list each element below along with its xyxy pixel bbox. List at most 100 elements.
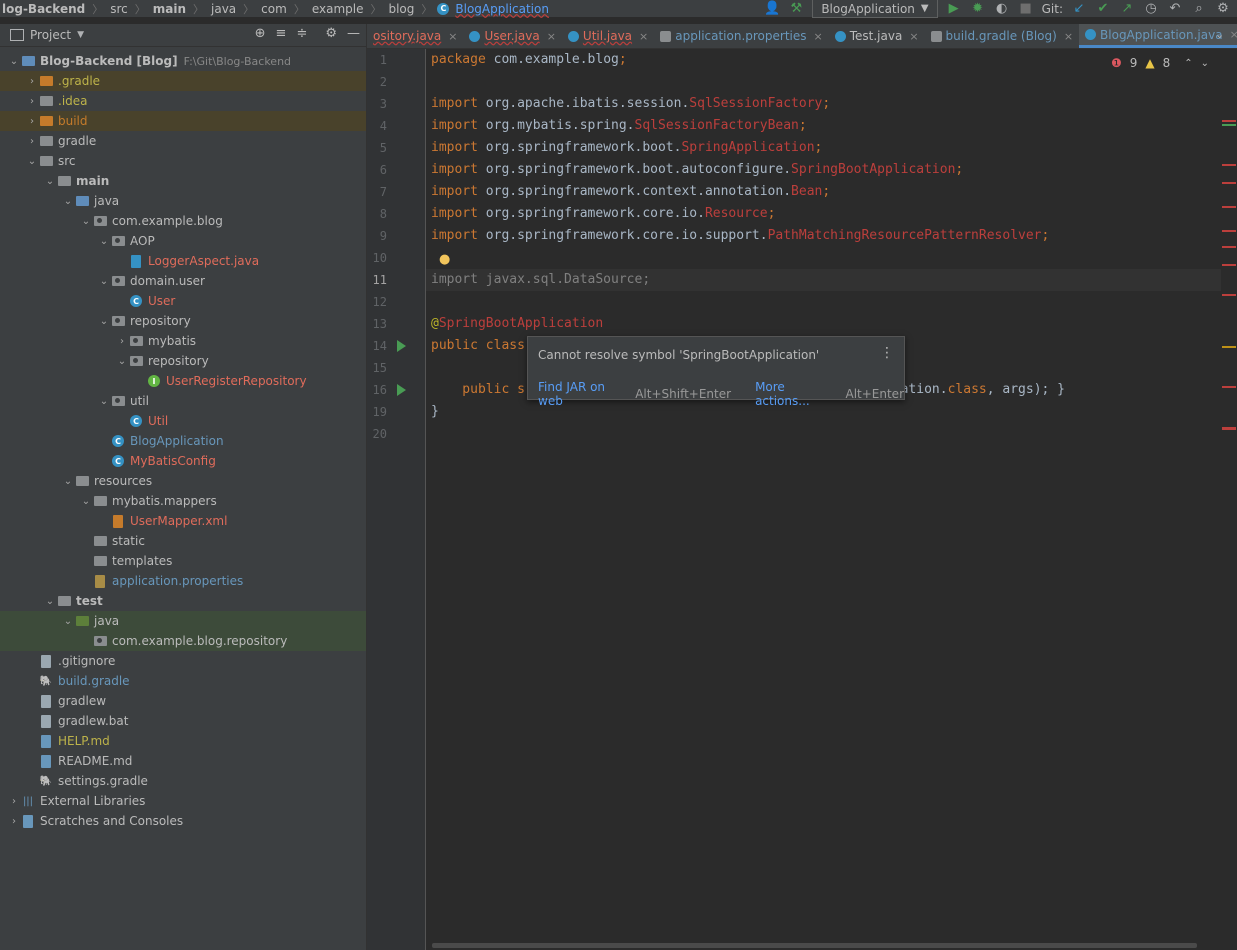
chevron-down-icon[interactable]: ⌄ bbox=[62, 196, 74, 207]
close-icon[interactable]: × bbox=[814, 30, 823, 43]
tree-item[interactable]: ⌄ src bbox=[0, 151, 366, 171]
collapse-all-icon[interactable]: ≑ bbox=[296, 26, 307, 41]
close-icon[interactable]: × bbox=[639, 30, 648, 43]
stripe-mark[interactable] bbox=[1222, 246, 1236, 248]
gear-icon[interactable]: ⚙ bbox=[1215, 1, 1231, 17]
stripe-mark[interactable] bbox=[1222, 164, 1236, 166]
chevron-up-icon[interactable]: ⌃ bbox=[1184, 58, 1192, 69]
gear-icon[interactable]: ⚙ bbox=[325, 26, 337, 41]
chevron-right-icon[interactable]: › bbox=[8, 816, 20, 827]
editor-tab[interactable]: BlogApplication.java × bbox=[1079, 24, 1237, 48]
tree-item[interactable]: › .idea bbox=[0, 91, 366, 111]
chevron-right-icon[interactable]: › bbox=[26, 96, 38, 107]
tree-item[interactable]: gradlew bbox=[0, 691, 366, 711]
tree-item[interactable]: ⌄ AOP bbox=[0, 231, 366, 251]
breadcrumb-item[interactable]: main bbox=[151, 2, 188, 16]
tree-item[interactable]: gradlew.bat bbox=[0, 711, 366, 731]
tree-item[interactable]: ⌄ repository bbox=[0, 351, 366, 371]
breadcrumb-item[interactable]: BlogApplication bbox=[453, 2, 551, 16]
close-icon[interactable]: × bbox=[1064, 30, 1073, 43]
tree-item[interactable]: C Util bbox=[0, 411, 366, 431]
horizontal-scrollbar[interactable] bbox=[432, 943, 1197, 948]
tree-item[interactable]: ⌄ domain.user bbox=[0, 271, 366, 291]
search-icon[interactable]: ⌕ bbox=[1191, 1, 1207, 17]
tree-item[interactable]: LoggerAspect.java bbox=[0, 251, 366, 271]
chevron-right-icon[interactable]: › bbox=[26, 116, 38, 127]
stop-icon[interactable]: ■ bbox=[1018, 1, 1034, 17]
tree-item[interactable]: 🐘 build.gradle bbox=[0, 671, 366, 691]
close-icon[interactable]: × bbox=[448, 30, 457, 43]
stripe-mark[interactable] bbox=[1222, 206, 1236, 208]
find-jar-link[interactable]: Find JAR on web bbox=[538, 380, 625, 408]
breadcrumb-item[interactable]: log-Backend bbox=[0, 2, 87, 16]
breadcrumb-item[interactable]: com bbox=[259, 2, 289, 16]
tree-item[interactable]: › gradle bbox=[0, 131, 366, 151]
chevron-down-icon[interactable]: ⌄ bbox=[98, 396, 110, 407]
chevron-down-icon[interactable]: ⌄ bbox=[26, 156, 38, 167]
tree-item[interactable]: UserMapper.xml bbox=[0, 511, 366, 531]
chevron-right-icon[interactable]: › bbox=[8, 796, 20, 807]
stripe-mark[interactable] bbox=[1222, 386, 1236, 388]
chevron-right-icon[interactable]: › bbox=[26, 136, 38, 147]
chevron-right-icon[interactable]: › bbox=[116, 336, 128, 347]
breadcrumb-item[interactable]: src bbox=[108, 2, 130, 16]
tree-item[interactable]: › build bbox=[0, 111, 366, 131]
chevron-down-icon[interactable]: ⌄ bbox=[62, 476, 74, 487]
tree-item[interactable]: application.properties bbox=[0, 571, 366, 591]
coverage-icon[interactable]: ◐ bbox=[994, 1, 1010, 17]
rollback-icon[interactable]: ↶ bbox=[1167, 1, 1183, 17]
tree-item[interactable]: › ||| External Libraries bbox=[0, 791, 366, 811]
tabs-overflow-chevron-icon[interactable]: ⌄ bbox=[1215, 28, 1224, 41]
tree-item[interactable]: ⌄ com.example.blog bbox=[0, 211, 366, 231]
editor-tab[interactable]: build.gradle (Blog) × bbox=[925, 24, 1079, 48]
tree-item[interactable]: ⌄ main bbox=[0, 171, 366, 191]
run-gutter-icon[interactable] bbox=[397, 384, 406, 396]
expand-all-icon[interactable]: ≡ bbox=[276, 26, 287, 41]
project-panel-title[interactable]: Project bbox=[30, 28, 71, 42]
hide-icon[interactable]: — bbox=[347, 26, 360, 41]
run-icon[interactable]: ▶ bbox=[946, 1, 962, 17]
git-commit-icon[interactable]: ✔ bbox=[1095, 1, 1111, 17]
editor-tab[interactable]: User.java × bbox=[463, 24, 561, 48]
tree-item[interactable]: C User bbox=[0, 291, 366, 311]
chevron-down-icon[interactable]: ⌄ bbox=[1201, 58, 1209, 69]
chevron-down-icon[interactable]: ⌄ bbox=[98, 316, 110, 327]
stripe-mark[interactable] bbox=[1222, 346, 1236, 348]
tree-item[interactable]: ⌄ repository bbox=[0, 311, 366, 331]
chevron-down-icon[interactable]: ⌄ bbox=[62, 616, 74, 627]
breadcrumb-item[interactable]: java bbox=[209, 2, 238, 16]
more-options-icon[interactable]: ⋮ bbox=[880, 345, 894, 361]
tree-item[interactable]: ⌄ java bbox=[0, 191, 366, 211]
lightbulb-icon[interactable]: ● bbox=[439, 252, 450, 267]
run-configuration-select[interactable]: BlogApplication ▼ bbox=[812, 0, 938, 18]
tree-item[interactable]: › .gradle bbox=[0, 71, 366, 91]
stripe-mark[interactable] bbox=[1222, 294, 1236, 296]
git-push-icon[interactable]: ↗ bbox=[1119, 1, 1135, 17]
chevron-down-icon[interactable]: ⌄ bbox=[44, 596, 56, 607]
hammer-icon[interactable]: ⚒ bbox=[788, 1, 804, 17]
chevron-right-icon[interactable]: › bbox=[26, 76, 38, 87]
tree-item[interactable]: HELP.md bbox=[0, 731, 366, 751]
user-icon[interactable]: 👤 bbox=[764, 1, 780, 17]
tree-item[interactable]: ⌄ Blog-Backend [Blog] F:\Git\Blog-Backend bbox=[0, 51, 366, 71]
tree-item[interactable]: .gitignore bbox=[0, 651, 366, 671]
tree-item[interactable]: C BlogApplication bbox=[0, 431, 366, 451]
tree-item[interactable]: README.md bbox=[0, 751, 366, 771]
more-actions-link[interactable]: More actions... bbox=[755, 380, 835, 408]
tree-item[interactable]: › Scratches and Consoles bbox=[0, 811, 366, 831]
history-icon[interactable]: ◷ bbox=[1143, 1, 1159, 17]
locate-icon[interactable]: ⊕ bbox=[255, 26, 266, 41]
chevron-down-icon[interactable]: ⌄ bbox=[98, 236, 110, 247]
editor-tab[interactable]: Test.java × bbox=[829, 24, 925, 48]
editor-tab[interactable]: Util.java × bbox=[562, 24, 654, 48]
stripe-mark[interactable] bbox=[1222, 264, 1236, 266]
chevron-down-icon[interactable]: ⌄ bbox=[98, 276, 110, 287]
chevron-down-icon[interactable]: ⌄ bbox=[80, 496, 92, 507]
chevron-down-icon[interactable]: ⌄ bbox=[44, 176, 56, 187]
error-stripe[interactable] bbox=[1219, 49, 1237, 950]
git-update-icon[interactable]: ↙ bbox=[1071, 1, 1087, 17]
debug-icon[interactable]: ✹ bbox=[970, 1, 986, 17]
tree-item[interactable]: ⌄ test bbox=[0, 591, 366, 611]
tree-item[interactable]: ⌄ util bbox=[0, 391, 366, 411]
tree-item[interactable]: › mybatis bbox=[0, 331, 366, 351]
